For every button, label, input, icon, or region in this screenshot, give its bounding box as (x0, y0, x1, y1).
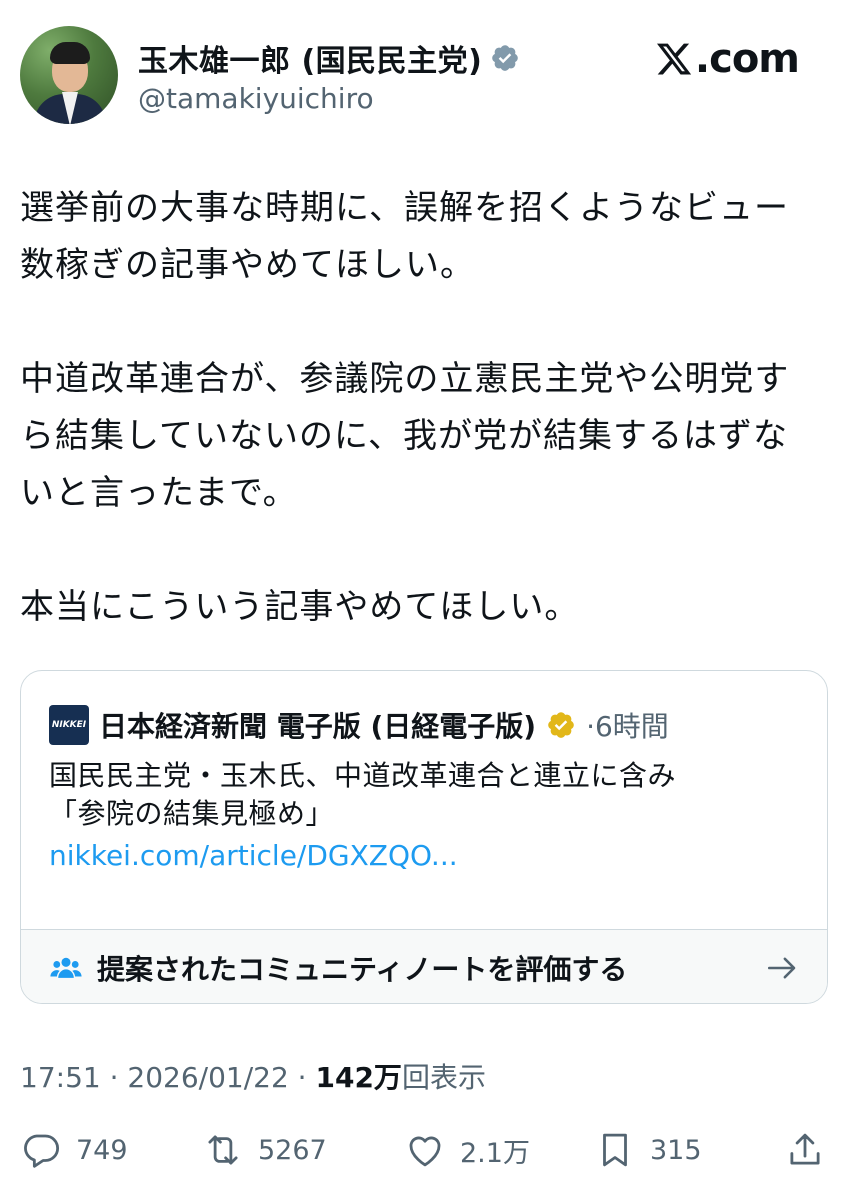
verified-badge-icon (492, 45, 519, 71)
view-count: 142万 (315, 1061, 402, 1094)
community-note-label[interactable]: 提案されたコミュニティノートを評価する (97, 948, 765, 988)
quoted-author-name: 日本経済新聞 電子版 (日経電子版) (99, 710, 537, 743)
post-timestamp[interactable]: 17:51 · 2026/01/22 · (20, 1061, 315, 1094)
like-button[interactable]: 2.1万 (404, 1122, 530, 1178)
heart-icon (409, 1136, 441, 1167)
x-logo: .com (655, 36, 800, 82)
nikkei-logo-text: NIKKEI (51, 720, 87, 730)
like-count: 2.1万 (460, 1137, 530, 1169)
reply-count: 749 (76, 1134, 128, 1166)
view-label: 回表示 (401, 1061, 486, 1094)
quoted-post-line2: 「参院の結集見極め」 (49, 797, 335, 830)
author-name-row[interactable]: 玉木雄一郎 (国民民主党) (138, 36, 520, 80)
people-icon (50, 957, 82, 978)
author-name[interactable]: 玉木雄一郎 (国民民主党) (138, 36, 482, 80)
share-button[interactable] (784, 1122, 826, 1178)
repost-button[interactable]: 5267 (202, 1122, 327, 1178)
post-meta: 17:51 · 2026/01/22 · 142万回表示 (20, 1056, 486, 1096)
repost-icon (208, 1135, 238, 1165)
community-note-prompt[interactable]: 提案されたコミュニティノートを評価する (21, 929, 827, 1003)
x-icon (656, 43, 692, 75)
quoted-post-time: ·6時間 (586, 710, 669, 743)
quoted-post-header: NIKKEI 日本経済新聞 電子版 (日経電子版) ·6時間 (49, 705, 669, 745)
bookmark-icon (603, 1133, 627, 1167)
quoted-post-card[interactable]: NIKKEI 日本経済新聞 電子版 (日経電子版) ·6時間 国民民主党・玉木氏… (20, 670, 828, 1004)
quoted-post-text: 国民民主党・玉木氏、中道改革連合と連立に含み 「参院の結集見極め」 (49, 757, 809, 833)
quoted-post-line1: 国民民主党・玉木氏、中道改革連合と連立に含み (49, 759, 677, 792)
arrow-right-icon[interactable] (765, 951, 799, 985)
author-avatar[interactable] (20, 26, 118, 124)
action-bar: 749 5267 2.1万 315 (0, 1122, 847, 1178)
repost-count: 5267 (258, 1134, 327, 1166)
share-icon (790, 1133, 820, 1165)
tweet-text: 選挙前の大事な時期に、誤解を招くようなビュー 数稼ぎの記事やめてほしい。 中道改… (20, 188, 790, 627)
tweet-page: 玉木雄一郎 (国民民主党) @tamakiyuichiro .com 選挙前の大… (0, 0, 847, 1200)
x-logo-text: .com (694, 36, 800, 82)
quoted-post-link[interactable]: nikkei.com/article/DGXZQO... (49, 839, 458, 872)
author-handle[interactable]: @tamakiyuichiro (138, 82, 374, 115)
bookmark-button[interactable]: 315 (594, 1122, 702, 1178)
reply-icon (24, 1134, 60, 1168)
reply-button[interactable]: 749 (20, 1122, 128, 1178)
bookmark-count: 315 (650, 1134, 702, 1166)
gold-verified-badge-icon (548, 712, 574, 738)
nikkei-avatar: NIKKEI (49, 705, 89, 745)
